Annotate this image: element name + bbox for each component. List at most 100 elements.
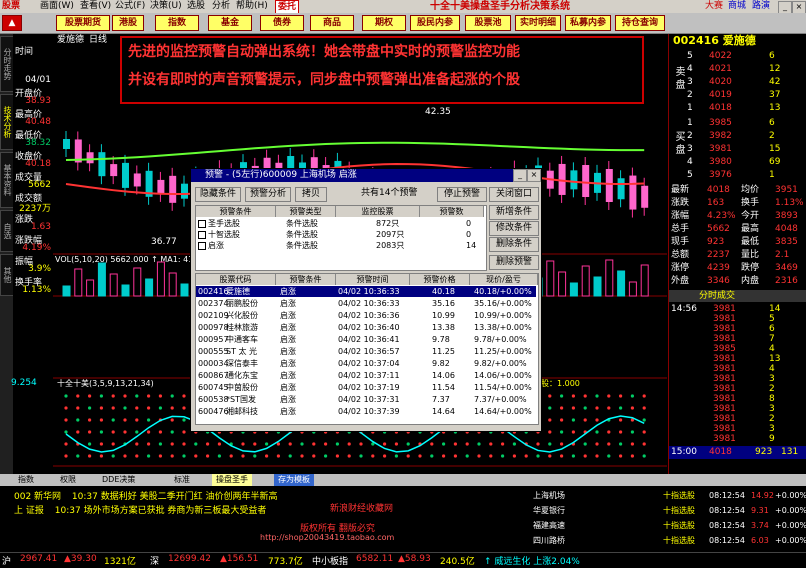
tb-index[interactable]: 指数 xyxy=(155,15,199,31)
menu-decision[interactable]: 决策(U) xyxy=(150,0,182,13)
alert-row[interactable]: 002416 爱施德 启涨 04/02 10:36:33 40.18 40.18/+0.0… xyxy=(196,286,536,297)
bottom-tab[interactable]: 权限 xyxy=(56,474,80,486)
delete-alert-button[interactable]: 删除预警 xyxy=(489,255,539,270)
menu-stock[interactable]: 股票 xyxy=(2,0,20,13)
menu-contest[interactable]: 大赛 xyxy=(705,0,723,13)
alert-row[interactable]: 002374 丽鹏股份 启涨 04/02 10:36:33 35.16 35.16/+0.… xyxy=(196,298,536,309)
realtime-alert-row[interactable]: 上海机场 十指选股 08:12:54 14.92 +0.00% xyxy=(515,489,806,502)
tb-bond[interactable]: 债券 xyxy=(260,15,304,31)
alert-code: 000978 xyxy=(198,323,229,332)
condition-checkbox[interactable] xyxy=(198,242,206,250)
menu-view[interactable]: 查看(V) xyxy=(80,0,111,13)
candle-body xyxy=(582,165,590,198)
alert-row[interactable]: 000555 ST 太 光 启涨 04/02 10:36:57 11.25 11.25/+… xyxy=(196,346,536,357)
condition-row[interactable]: 十智选股 条件选股 2097只 0 xyxy=(196,229,484,240)
alert-row[interactable]: 000978 桂林旅游 启涨 04/02 10:36:40 13.38 13.38/+0.… xyxy=(196,322,536,333)
condition-checkbox[interactable] xyxy=(198,220,206,228)
bottom-tab[interactable]: 存为模板 xyxy=(274,474,314,486)
alert-price: 9.82 xyxy=(432,359,450,368)
toolbar-home-icon[interactable]: ▲ xyxy=(2,15,22,31)
hide-conditions-button[interactable]: 隐藏条件 xyxy=(195,187,241,202)
tb-position[interactable]: 持仓查询 xyxy=(615,15,665,31)
signal-dot xyxy=(253,442,257,446)
ra-time: 08:12:54 xyxy=(709,491,745,500)
bottom-tab[interactable]: 标准 xyxy=(170,474,194,486)
cond-col-header[interactable]: 监控股票 xyxy=(336,206,420,217)
bid-row[interactable]: 4 3980 69 xyxy=(669,156,806,169)
tab-technical[interactable]: 技术分析 xyxy=(0,94,14,150)
dialog-title: 预警 - (5左行)600009 上海机场 启涨 xyxy=(191,169,541,182)
ask-row[interactable]: 1 4018 13 xyxy=(669,102,806,115)
menu-mall[interactable]: 商城 xyxy=(728,0,746,13)
realtime-alert-row[interactable]: 福建高速 十指选股 08:12:54 3.74 +0.00% xyxy=(515,519,806,532)
bottom-tab[interactable]: 操盘圣手 xyxy=(212,474,252,486)
alert-col-header[interactable]: 预警条件 xyxy=(276,274,336,285)
bid-row[interactable]: 3 3981 15 xyxy=(669,143,806,156)
menu-help[interactable]: 帮助(H) xyxy=(236,0,268,13)
tab-watchlist[interactable]: 自选 xyxy=(0,210,14,252)
dialog-close-icon[interactable]: × xyxy=(527,169,541,182)
tb-stock-futures[interactable]: 股票期货 xyxy=(56,15,110,31)
alert-analysis-button[interactable]: 预警分析 xyxy=(245,187,291,202)
realtime-alert-row[interactable]: 华夏银行 十指选股 08:12:54 9.31 +0.00% xyxy=(515,504,806,517)
condition-count: 0 xyxy=(466,230,472,239)
volume-bar xyxy=(109,273,118,297)
alert-row[interactable]: 600867 通化东宝 启涨 04/02 10:37:11 14.06 14.06/+0.… xyxy=(196,370,536,381)
tb-insider[interactable]: 股民内参 xyxy=(410,15,460,31)
cond-col-header[interactable]: 预警数 xyxy=(420,206,484,217)
alert-row[interactable]: 600745 中茵股份 启涨 04/02 10:37:19 11.54 11.54/+0.… xyxy=(196,382,536,393)
copy-button[interactable]: 拷贝 xyxy=(295,187,327,202)
alert-row[interactable]: 000957 中通客车 启涨 04/02 10:36:41 9.78 9.78/+0.00… xyxy=(196,334,536,345)
bottom-tab[interactable]: 指数 xyxy=(14,474,38,486)
menu-select[interactable]: 选股 xyxy=(187,0,205,13)
bid-row[interactable]: 2 3982 2 xyxy=(669,130,806,143)
bottom-tab[interactable]: DDE决策 xyxy=(98,474,139,486)
tb-options[interactable]: 期权 xyxy=(362,15,406,31)
alert-row[interactable]: 002109 兴化股份 启涨 04/02 10:36:36 10.99 10.99/+0.… xyxy=(196,310,536,321)
realtime-alert-row[interactable]: 四川路桥 十指选股 08:12:54 6.03 +0.00% xyxy=(515,534,806,547)
alert-col-header[interactable]: 预警价格 xyxy=(410,274,470,285)
alert-row[interactable]: 000034 深信泰丰 启涨 04/02 10:37:04 9.82 9.82/+0.00… xyxy=(196,358,536,369)
condition-row[interactable]: 启涨 条件选股 2083只 14 xyxy=(196,240,484,251)
alert-col-header[interactable]: 预警时间 xyxy=(336,274,410,285)
alert-row[interactable]: 600538 *ST国发 启涨 04/02 10:37:31 7.37 7.37/+0.0… xyxy=(196,394,536,405)
add-condition-button[interactable]: 新增条件 xyxy=(489,205,539,220)
ask-row[interactable]: 4 4021 12 xyxy=(669,63,806,76)
tb-pool[interactable]: 股票池 xyxy=(465,15,511,31)
alert-col-header[interactable]: 股票代码 xyxy=(196,274,276,285)
tab-fundamental[interactable]: 基本资料 xyxy=(0,152,14,208)
tb-private[interactable]: 私募内参 xyxy=(565,15,611,31)
dialog-minimize-icon[interactable]: _ xyxy=(513,169,527,182)
tb-hk[interactable]: 港股 xyxy=(112,15,144,31)
ask-row[interactable]: 3 4020 42 xyxy=(669,76,806,89)
news-item[interactable]: 002 新华网 10:37 数据利好 美股二季开门红 油价创两年半新高 xyxy=(14,489,277,502)
alert-col-header[interactable]: 现价/盈亏 xyxy=(470,274,538,285)
close-window-button[interactable]: 关闭窗口 xyxy=(489,187,539,202)
ask-row[interactable]: 2 4019 37 xyxy=(669,89,806,102)
stop-alert-button[interactable]: 停止预警 xyxy=(437,187,487,202)
bid-row[interactable]: 5 3976 1 xyxy=(669,169,806,182)
tab-intraday[interactable]: 分时走势 xyxy=(0,36,14,92)
tb-fund[interactable]: 基金 xyxy=(208,15,252,31)
news-item[interactable]: 上 证报 10:37 场外市场方案已获批 券商为新三板最大受益者 xyxy=(14,503,266,516)
cond-col-header[interactable]: 预警类型 xyxy=(276,206,336,217)
delete-condition-button[interactable]: 删除条件 xyxy=(489,237,539,252)
condition-row[interactable]: 圣手选股 条件选股 872只 0 xyxy=(196,218,484,229)
menu-roadshow[interactable]: 路演 xyxy=(752,0,770,13)
menu-view-w[interactable]: 画面(W) xyxy=(40,0,74,13)
menu-analysis[interactable]: 分析 xyxy=(212,0,230,13)
bid-volume: 69 xyxy=(769,157,781,167)
alert-table: 股票代码 预警条件 预警时间 预警价格 现价/盈亏 002416 爱施德 启涨 04/02 10… xyxy=(195,273,539,425)
stat-row: 涨跌 163 换手 1.13% xyxy=(669,197,806,210)
bid-row[interactable]: 1 3985 6 xyxy=(669,117,806,130)
condition-checkbox[interactable] xyxy=(198,231,206,239)
ask-row[interactable]: 5 4022 6 xyxy=(669,50,806,63)
alert-row[interactable]: 600476 湘邮科技 启涨 04/02 10:37:39 14.64 14.64/+0.… xyxy=(196,406,536,417)
tab-other[interactable]: 其他 xyxy=(0,254,14,296)
tb-commodity[interactable]: 商品 xyxy=(310,15,354,31)
signal-dot xyxy=(170,406,174,410)
menu-formula[interactable]: 公式(F) xyxy=(115,0,145,13)
edit-condition-button[interactable]: 修改条件 xyxy=(489,221,539,236)
tb-detail[interactable]: 实时明细 xyxy=(515,15,561,31)
cond-col-header[interactable]: 预警条件 xyxy=(196,206,276,217)
